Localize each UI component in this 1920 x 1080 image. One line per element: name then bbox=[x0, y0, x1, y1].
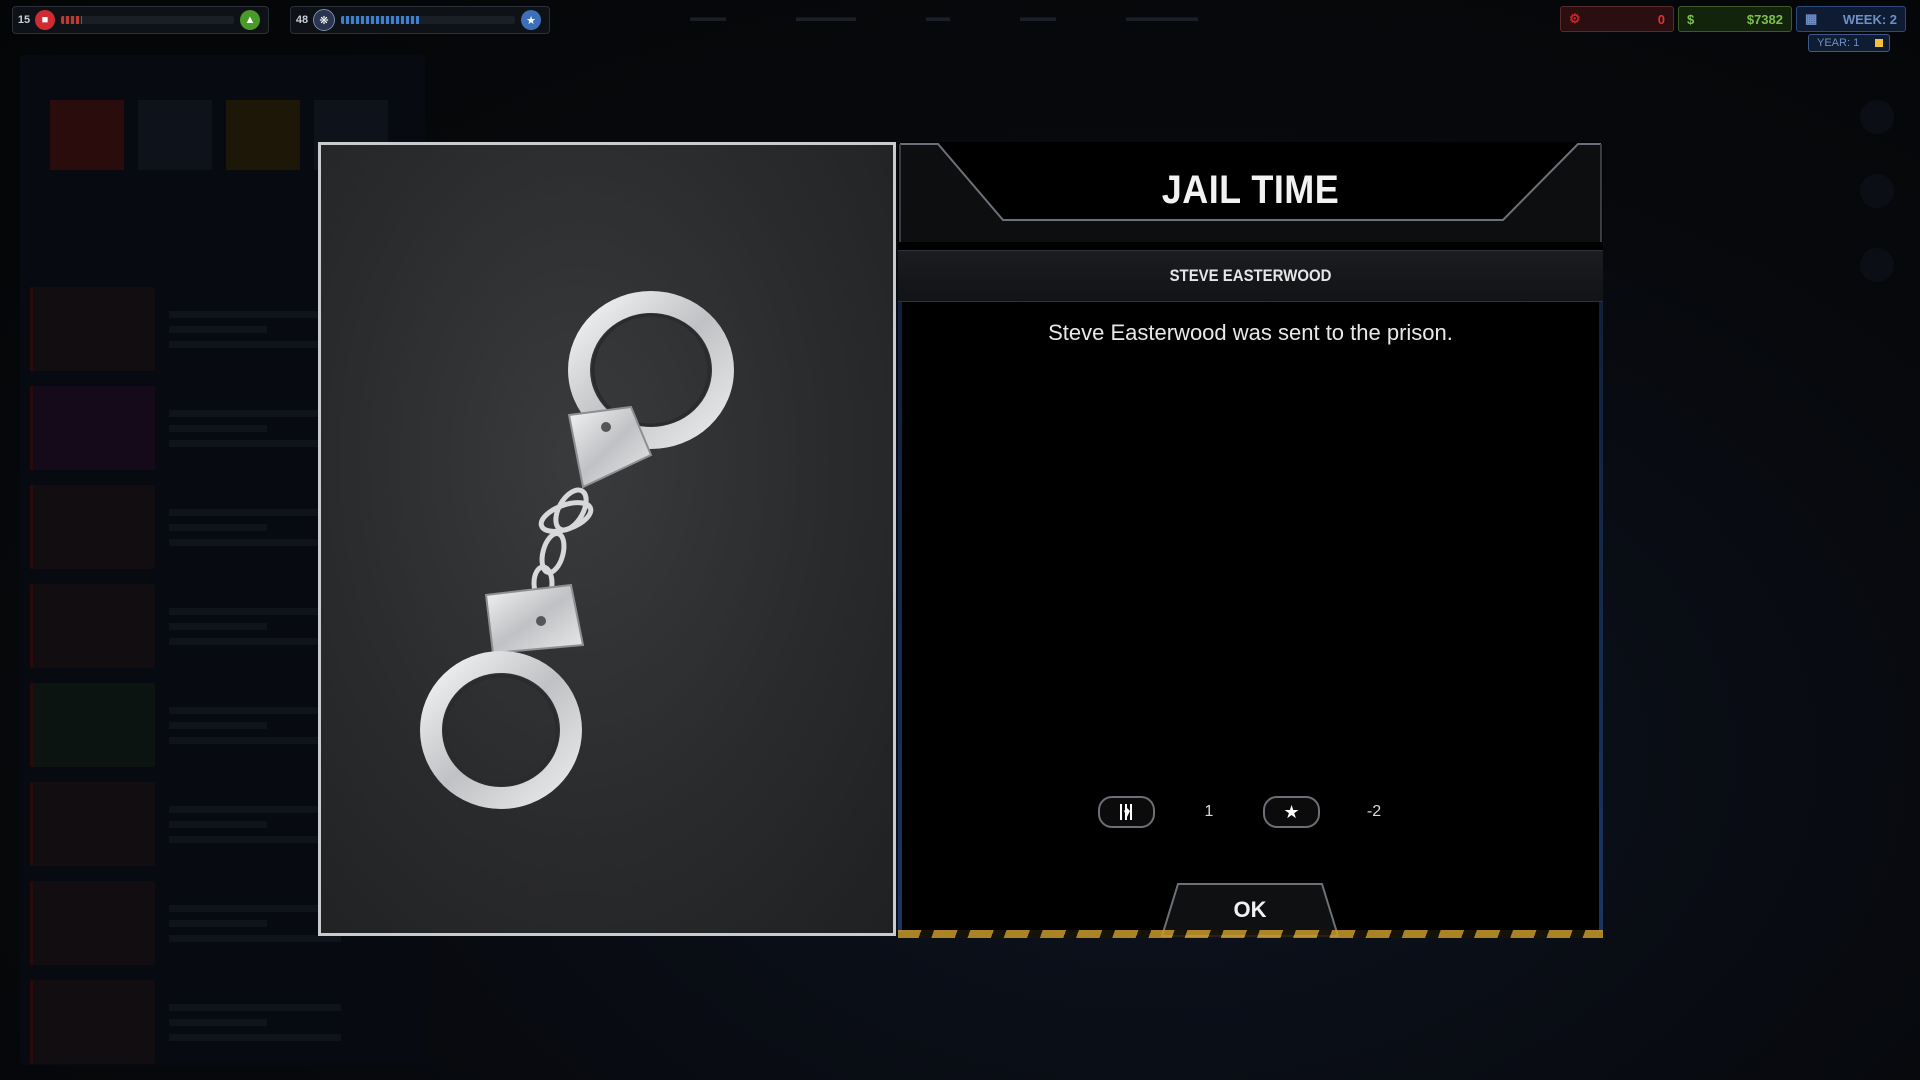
jail-time-dialog: JAIL TIME STEVE EASTERWOOD Steve Easterw… bbox=[898, 142, 1603, 938]
shield-icon: ▲ bbox=[240, 10, 260, 30]
police-badge-icon: ■ bbox=[35, 10, 55, 30]
year-value: YEAR: 1 bbox=[1817, 37, 1860, 49]
wanted-meter: 15 ■ ▲ bbox=[12, 6, 269, 34]
wanted-bar bbox=[61, 16, 234, 24]
week-value: WEEK: 2 bbox=[1842, 11, 1897, 27]
star-badge-icon: ★ bbox=[521, 10, 541, 30]
background-right-icons bbox=[1860, 100, 1900, 322]
year-indicator: YEAR: 1 bbox=[1808, 34, 1890, 52]
dialog-title: JAIL TIME bbox=[1161, 168, 1340, 212]
character-name: STEVE EASTERWOOD bbox=[1169, 266, 1332, 285]
dialog-right-edge bbox=[1599, 302, 1603, 932]
year-progress-icon bbox=[1875, 39, 1883, 47]
jail-reward-value: 1 bbox=[1204, 803, 1214, 820]
hazard-stripe bbox=[898, 930, 1603, 938]
heat-value: 0 bbox=[1657, 11, 1665, 27]
week-indicator: ▦ WEEK: 2 bbox=[1796, 6, 1906, 32]
wanted-level: 15 bbox=[17, 14, 31, 26]
star-icon: ★ bbox=[1263, 796, 1321, 828]
dollar-icon: $ bbox=[1687, 11, 1695, 27]
star-reward-value: -2 bbox=[1366, 803, 1382, 820]
jail-bars-icon bbox=[1098, 796, 1156, 828]
handcuffs-photo bbox=[318, 142, 896, 936]
dialog-left-edge bbox=[898, 302, 902, 932]
calendar-icon: ▦ bbox=[1805, 11, 1818, 26]
money-value: $7382 bbox=[1746, 11, 1783, 27]
gang-icon: ❋ bbox=[313, 9, 335, 31]
fame-level: 48 bbox=[295, 14, 309, 26]
dialog-message: Steve Easterwood was sent to the prison. bbox=[1048, 320, 1453, 345]
heat-icon: ⚙ bbox=[1569, 11, 1581, 26]
money-indicator: $ $7382 bbox=[1678, 6, 1792, 32]
fame-bar bbox=[341, 16, 515, 24]
character-name-bar: STEVE EASTERWOOD bbox=[898, 250, 1603, 302]
top-nav: ▬▬▬ ▬▬▬▬▬ ▬▬ ▬▬▬ ▬▬▬▬▬▬ bbox=[690, 10, 1198, 24]
reward-row: 1 ★ -2 bbox=[1098, 794, 1428, 830]
heat-indicator: ⚙ 0 bbox=[1560, 6, 1674, 32]
fame-meter: 48 ❋ ★ bbox=[290, 6, 550, 34]
